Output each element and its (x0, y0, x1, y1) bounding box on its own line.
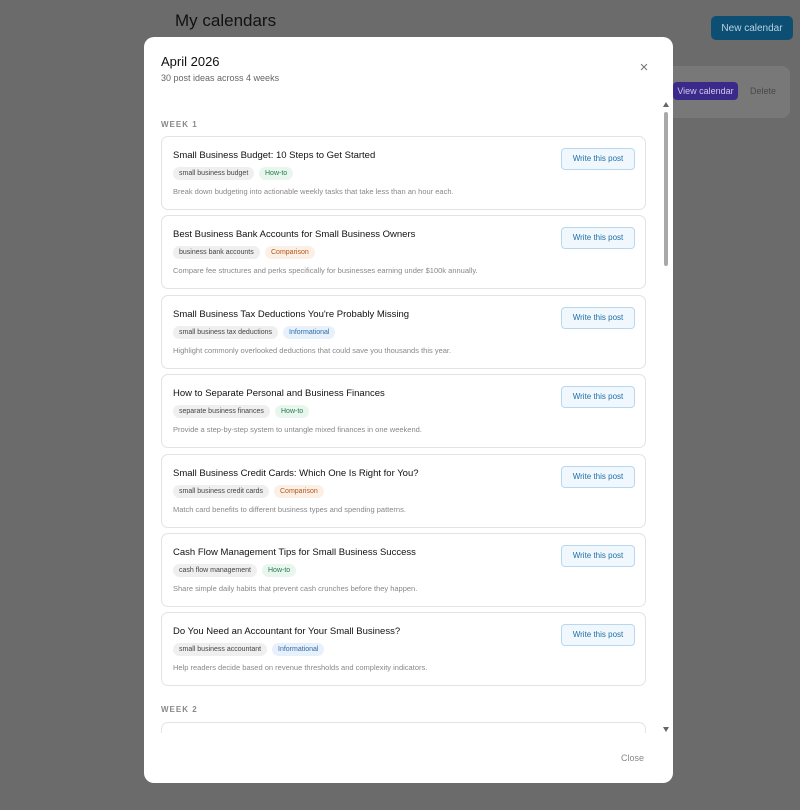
write-post-button[interactable]: Write this post (561, 624, 635, 647)
idea-card: Small Business Budget: 10 Steps to Get S… (161, 136, 646, 210)
scroll-down-arrow-icon[interactable] (663, 727, 669, 732)
idea-description: Provide a step-by-step system to untangl… (173, 425, 422, 435)
post-type-badge: How-to (275, 405, 310, 419)
write-post-button[interactable]: Write this post (561, 227, 635, 250)
week-label: WEEK 2 (161, 705, 198, 714)
idea-card: How to Separate Personal and Business Fi… (161, 374, 646, 449)
write-post-button[interactable]: Write this post (561, 148, 635, 170)
idea-description: Compare fee structures and perks specifi… (173, 266, 478, 276)
scrollbar-thumb[interactable] (664, 112, 668, 266)
post-type-badge: Comparison (265, 246, 315, 260)
close-button[interactable]: Close (621, 753, 644, 763)
keyword-chip: small business budget (173, 167, 255, 180)
idea-title: Small Business Tax Deductions You're Pro… (173, 308, 410, 320)
keyword-chip: small business credit cards (173, 484, 270, 498)
idea-title: Do You Need an Accountant for Your Small… (173, 626, 401, 638)
post-type-badge: Comparison (274, 484, 324, 498)
modal-title: April 2026 (161, 54, 220, 69)
idea-card: Best Business Bank Accounts for Small Bu… (161, 215, 646, 290)
ideas-list: WEEK 1 Small Business Budget: 10 Steps t… (144, 100, 673, 733)
keyword-chip: cash flow management (173, 564, 257, 577)
close-icon[interactable]: × (634, 59, 654, 79)
idea-description: Help readers decide based on revenue thr… (173, 663, 428, 673)
idea-card (161, 722, 646, 733)
idea-description: Match card benefits to different busines… (173, 504, 406, 514)
idea-card: Do You Need an Accountant for Your Small… (161, 612, 646, 687)
post-type-badge: Informational (272, 643, 325, 657)
idea-title: Small Business Credit Cards: Which One I… (173, 467, 419, 479)
idea-description: Highlight commonly overlooked deductions… (173, 345, 452, 355)
keyword-chip: business bank accounts (173, 246, 260, 260)
write-post-button[interactable]: Write this post (561, 306, 635, 329)
keyword-chip: small business accountant (173, 643, 268, 657)
scroll-up-arrow-icon[interactable] (663, 102, 669, 107)
idea-description: Share simple daily habits that prevent c… (173, 584, 418, 593)
view-calendar-button[interactable]: View calendar (673, 82, 738, 100)
write-post-button[interactable]: Write this post (561, 465, 635, 488)
week-label: WEEK 1 (161, 120, 198, 129)
calendar-modal: April 2026 30 post ideas across 4 weeks … (144, 37, 673, 783)
idea-title: Small Business Budget: 10 Steps to Get S… (173, 150, 376, 161)
delete-button[interactable]: Delete (750, 86, 776, 96)
write-post-button[interactable]: Write this post (561, 386, 635, 409)
idea-title: How to Separate Personal and Business Fi… (173, 388, 385, 400)
idea-title: Best Business Bank Accounts for Small Bu… (173, 229, 416, 241)
post-type-badge: How-to (262, 564, 297, 577)
idea-card: Small Business Credit Cards: Which One I… (161, 453, 646, 528)
post-type-badge: Informational (283, 325, 336, 339)
write-post-button[interactable]: Write this post (561, 545, 635, 567)
new-calendar-button[interactable]: New calendar (711, 16, 793, 40)
keyword-chip: small business tax deductions (173, 325, 278, 339)
keyword-chip: separate business finances (173, 405, 270, 419)
idea-card: Cash Flow Management Tips for Small Busi… (161, 533, 646, 607)
modal-subtitle: 30 post ideas across 4 weeks (161, 73, 280, 83)
page-title: My calendars (175, 11, 277, 30)
idea-card: Small Business Tax Deductions You're Pro… (161, 294, 646, 369)
idea-description: Break down budgeting into actionable wee… (173, 187, 454, 196)
idea-title: Cash Flow Management Tips for Small Busi… (173, 547, 416, 558)
post-type-badge: How-to (259, 167, 294, 180)
modal-header: April 2026 30 post ideas across 4 weeks … (144, 37, 673, 100)
